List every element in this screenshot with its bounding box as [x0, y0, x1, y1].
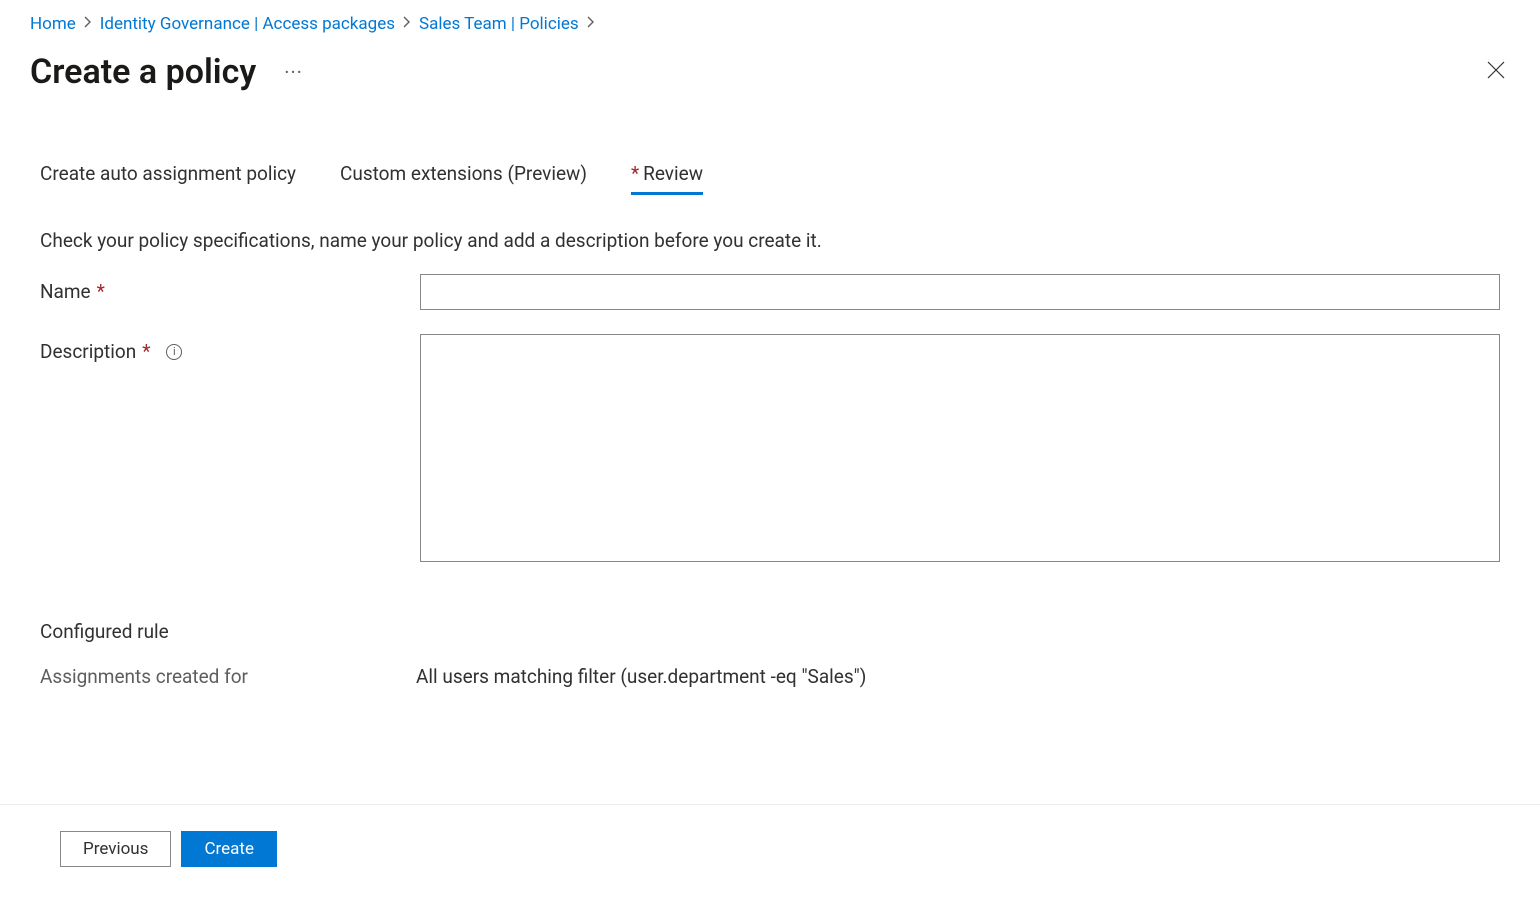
- footer: Previous Create: [0, 804, 1540, 867]
- required-indicator: *: [142, 340, 150, 363]
- breadcrumb-sales-team-policies[interactable]: Sales Team | Policies: [419, 14, 579, 34]
- breadcrumb-identity-governance[interactable]: Identity Governance | Access packages: [100, 14, 395, 34]
- name-row: Name *: [40, 274, 1500, 310]
- required-indicator: *: [631, 162, 639, 185]
- chevron-right-icon: [587, 16, 595, 32]
- tabs: Create auto assignment policy Custom ext…: [40, 162, 1500, 193]
- tab-label: Review: [643, 162, 703, 185]
- tab-label: Custom extensions (Preview): [340, 162, 587, 185]
- create-button[interactable]: Create: [181, 831, 277, 867]
- chevron-right-icon: [403, 16, 411, 32]
- instructions-text: Check your policy specifications, name y…: [40, 229, 1500, 252]
- assignments-value: All users matching filter (user.departme…: [416, 665, 866, 688]
- content: Create auto assignment policy Custom ext…: [0, 92, 1540, 688]
- previous-button[interactable]: Previous: [60, 831, 171, 867]
- name-label: Name *: [40, 274, 420, 303]
- description-input[interactable]: [420, 334, 1500, 562]
- breadcrumb-home[interactable]: Home: [30, 14, 76, 34]
- name-label-text: Name: [40, 280, 91, 303]
- close-icon: [1486, 60, 1506, 80]
- assignments-row: Assignments created for All users matchi…: [40, 665, 1500, 688]
- close-button[interactable]: [1482, 56, 1510, 89]
- configured-rule-heading: Configured rule: [40, 620, 1500, 643]
- tab-review[interactable]: *Review: [631, 162, 703, 193]
- info-icon[interactable]: i: [166, 344, 182, 360]
- description-label-text: Description: [40, 340, 136, 363]
- tab-create-auto-assignment[interactable]: Create auto assignment policy: [40, 162, 296, 193]
- title-row: Create a policy ···: [0, 44, 1540, 92]
- breadcrumb: Home Identity Governance | Access packag…: [0, 0, 1540, 44]
- page-title: Create a policy: [30, 52, 256, 92]
- name-input[interactable]: [420, 274, 1500, 310]
- description-row: Description * i: [40, 334, 1500, 562]
- title-left: Create a policy ···: [30, 52, 303, 92]
- required-indicator: *: [97, 280, 105, 303]
- tab-label: Create auto assignment policy: [40, 162, 296, 185]
- tab-custom-extensions[interactable]: Custom extensions (Preview): [340, 162, 587, 193]
- chevron-right-icon: [84, 16, 92, 32]
- more-actions-icon[interactable]: ···: [284, 60, 303, 84]
- assignments-label: Assignments created for: [40, 665, 416, 688]
- description-label: Description * i: [40, 334, 420, 363]
